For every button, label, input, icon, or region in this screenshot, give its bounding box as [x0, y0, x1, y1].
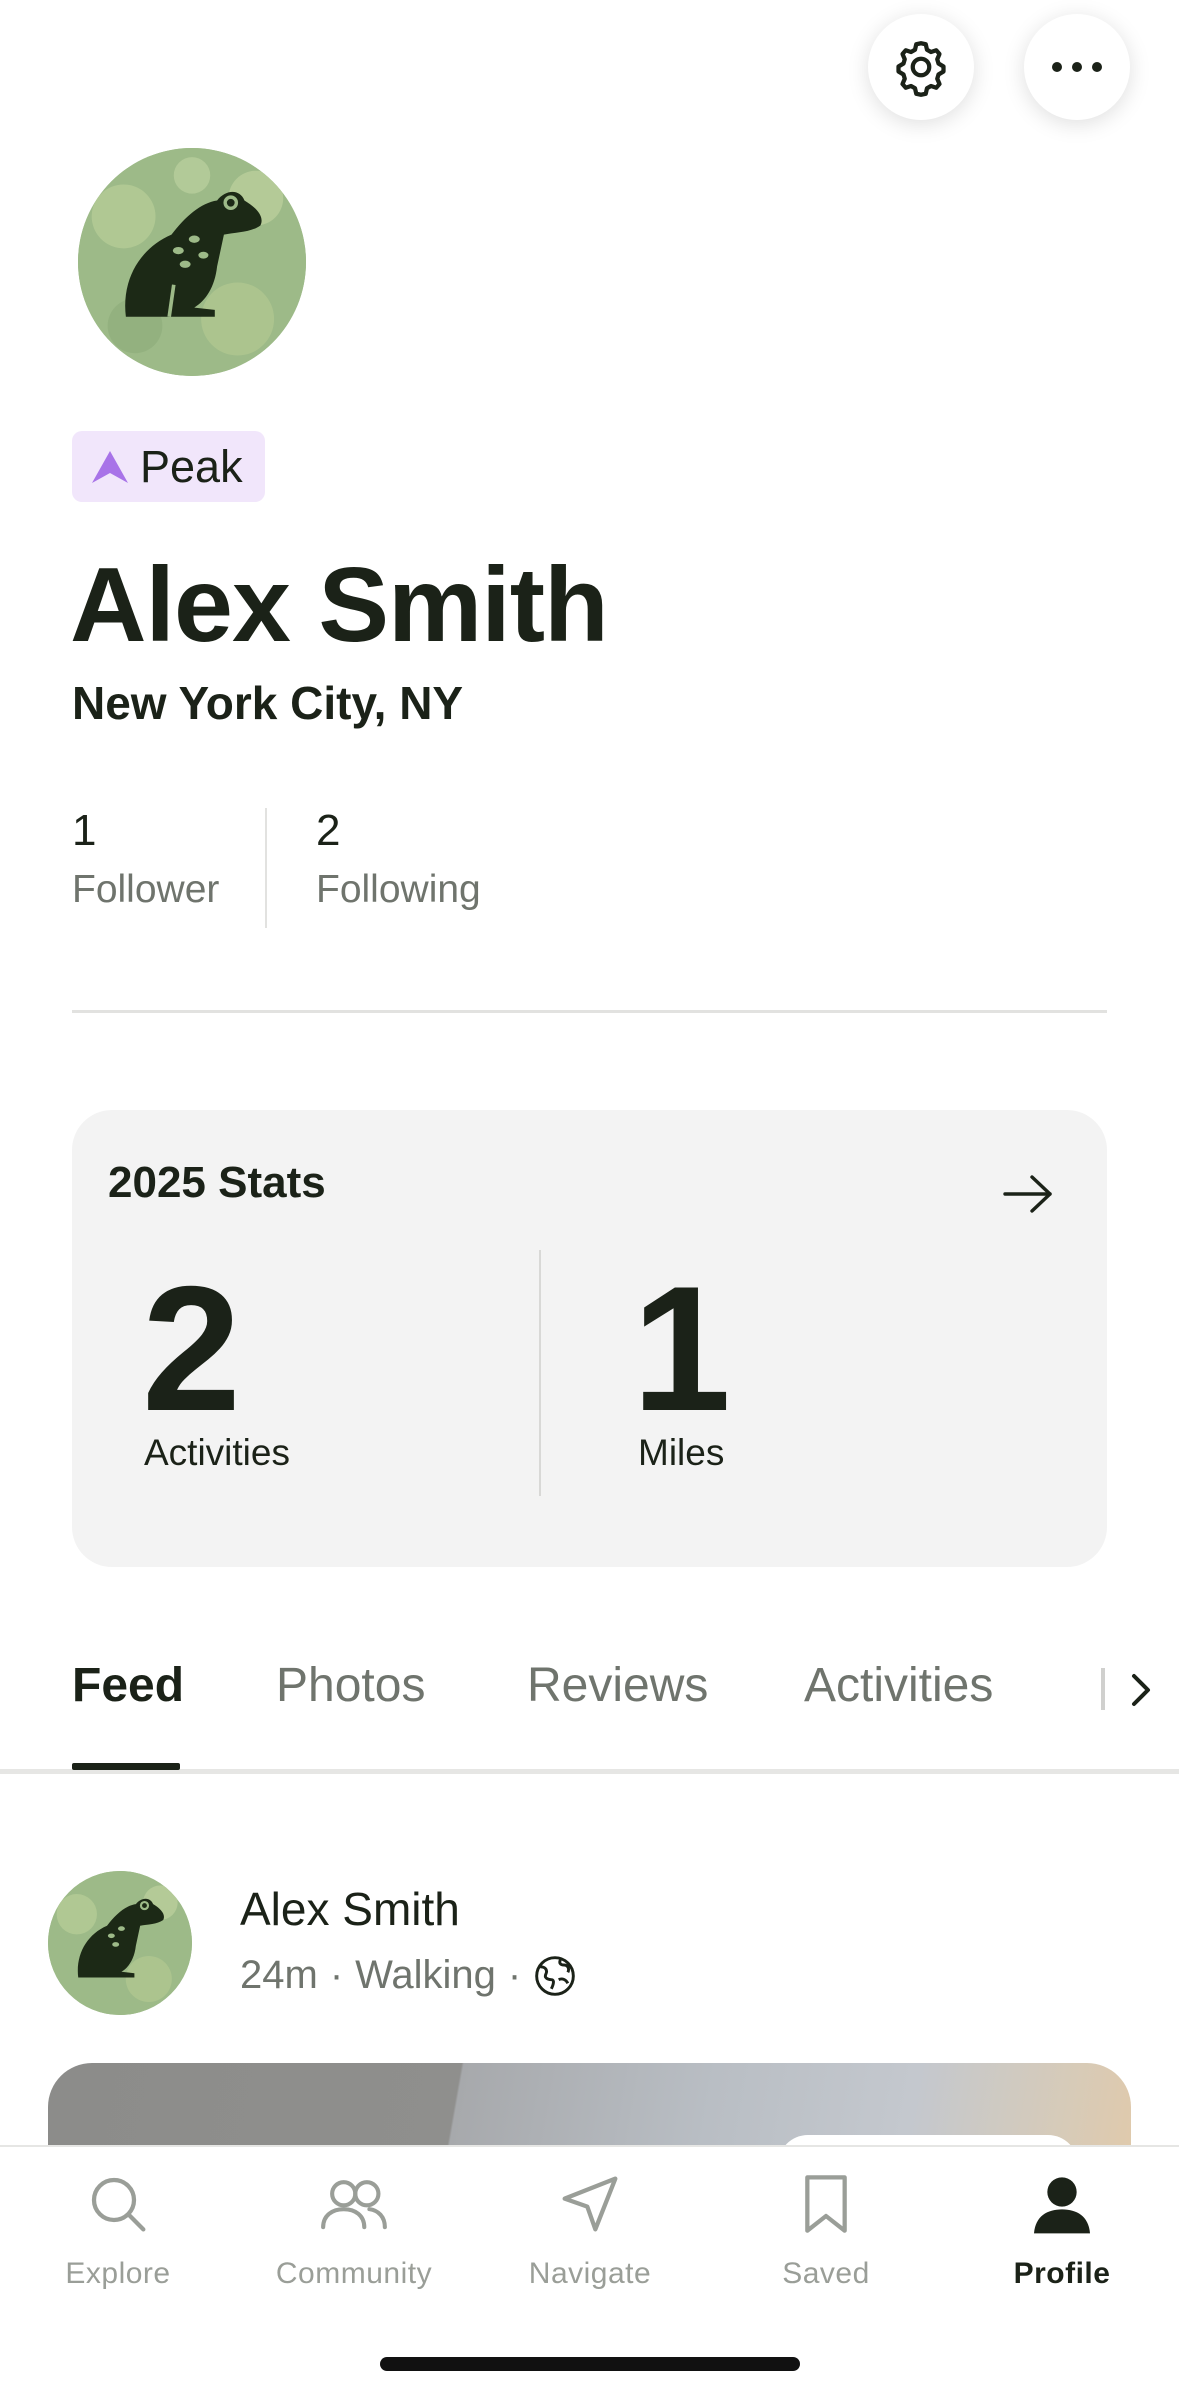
next-tab-partial: [1101, 1668, 1105, 1710]
activities-value: 2: [142, 1249, 241, 1448]
miles-value: 1: [632, 1249, 731, 1448]
peak-icon: [92, 450, 128, 483]
followers-label: Follower: [72, 868, 220, 911]
feed-meta: 24m · Walking ·: [240, 1953, 577, 1998]
nav-profile-label: Profile: [1013, 2257, 1111, 2290]
following-label: Following: [316, 868, 481, 911]
nav-navigate[interactable]: Navigate: [472, 2169, 708, 2291]
tab-reviews[interactable]: Reviews: [527, 1658, 708, 1713]
nav-saved[interactable]: Saved: [708, 2169, 944, 2291]
nav-community[interactable]: Community: [236, 2169, 472, 2291]
settings-button[interactable]: [868, 14, 974, 120]
stat-divider: [265, 808, 267, 928]
search-icon: [91, 2177, 146, 2232]
feed-author-name[interactable]: Alex Smith: [240, 1882, 460, 1936]
activities-label: Activities: [144, 1432, 290, 1473]
arrow-right-icon[interactable]: [1002, 1174, 1054, 1214]
miles-label: Miles: [638, 1432, 725, 1473]
frog-avatar-icon: [48, 1871, 192, 2015]
nav-navigate-label: Navigate: [528, 2257, 652, 2290]
following-count: 2: [316, 806, 341, 855]
community-icon: [321, 2180, 387, 2230]
navigate-icon: [562, 2176, 618, 2232]
tab-feed[interactable]: Feed: [72, 1658, 184, 1713]
followers-count: 1: [72, 806, 97, 855]
profile-name: Alex Smith: [70, 546, 609, 664]
following-stat[interactable]: 2 Following: [316, 806, 481, 912]
feed-activity-type: Walking: [355, 1953, 496, 1997]
home-indicator[interactable]: [380, 2357, 800, 2371]
globe-icon: [535, 1955, 576, 1996]
profile-icon: [1034, 2177, 1090, 2234]
peak-badge[interactable]: Peak: [72, 431, 265, 502]
tab-activities[interactable]: Activities: [804, 1658, 993, 1713]
feed-author-avatar[interactable]: [48, 1871, 192, 2015]
more-options-button[interactable]: [1024, 14, 1130, 120]
stats-title: 2025 Stats: [108, 1158, 326, 1207]
badge-label: Peak: [140, 440, 243, 492]
followers-stat[interactable]: 1 Follower: [72, 806, 219, 912]
tab-photos[interactable]: Photos: [276, 1658, 425, 1713]
nav-saved-label: Saved: [782, 2257, 870, 2290]
profile-avatar[interactable]: [78, 148, 306, 376]
nav-profile[interactable]: Profile: [944, 2169, 1179, 2291]
chevron-right-icon[interactable]: [1128, 1670, 1154, 1710]
nav-explore-label: Explore: [65, 2257, 171, 2290]
bookmark-icon: [805, 2175, 847, 2233]
profile-location: New York City, NY: [72, 677, 464, 729]
frog-avatar-icon: [78, 148, 306, 376]
section-divider: [72, 1010, 1107, 1013]
stats-divider: [539, 1250, 541, 1496]
more-horizontal-icon: [1052, 62, 1102, 72]
yearly-stats-card[interactable]: 2025 Stats 2 Activities 1 Miles: [72, 1110, 1107, 1567]
nav-community-label: Community: [275, 2257, 433, 2290]
tab-active-indicator: [72, 1763, 180, 1770]
nav-explore[interactable]: Explore: [0, 2169, 236, 2291]
meta-separator: ·: [507, 1953, 522, 1997]
meta-separator: ·: [329, 1953, 344, 1997]
feed-time: 24m: [240, 1953, 318, 1997]
gear-icon: [896, 41, 946, 97]
